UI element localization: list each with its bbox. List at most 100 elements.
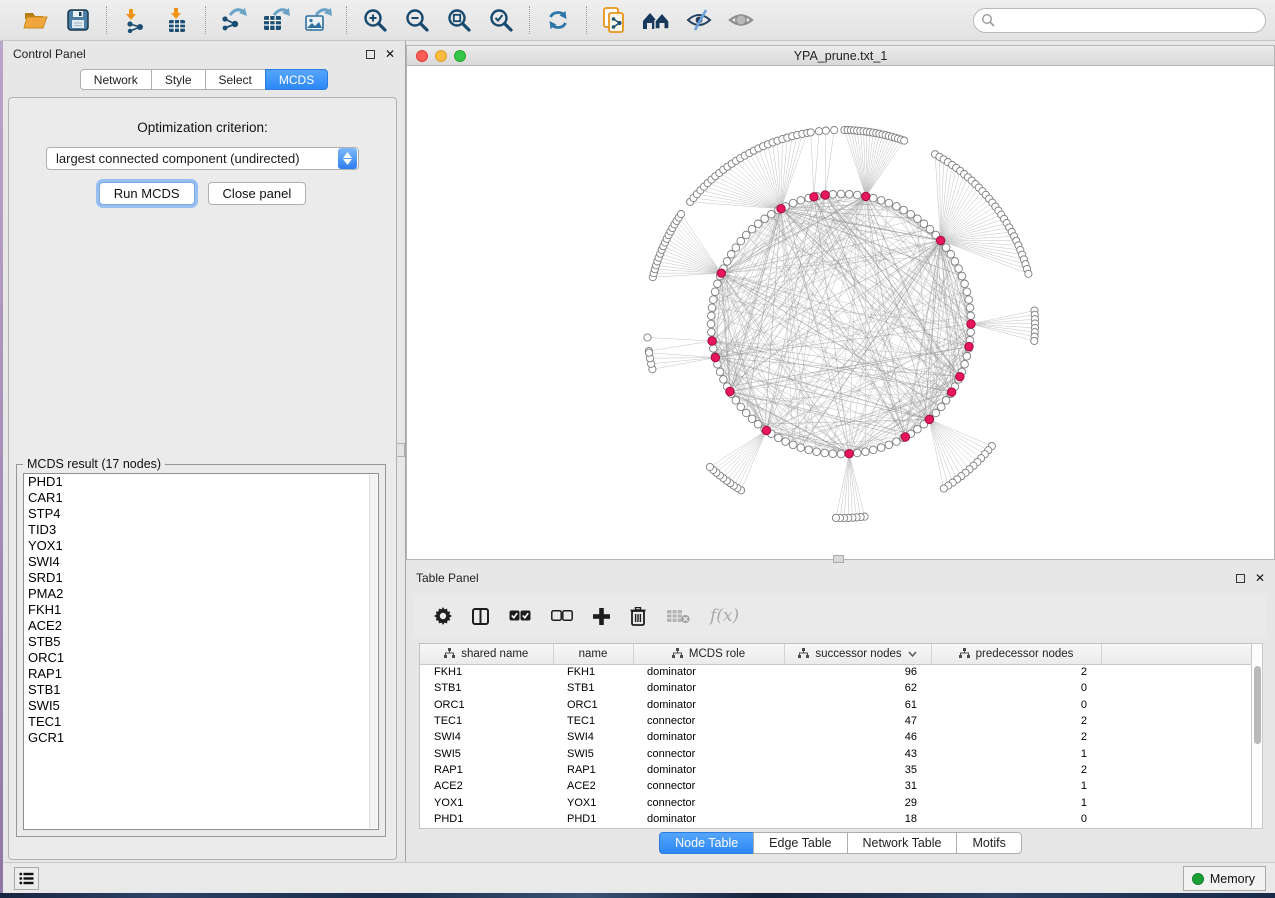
memory-button[interactable]: Memory: [1183, 866, 1266, 891]
table-cell[interactable]: SWI4: [420, 729, 553, 745]
mcds-result-item[interactable]: TEC1: [24, 714, 378, 730]
table-cell[interactable]: 0: [931, 697, 1101, 713]
table-cell[interactable]: 31: [784, 778, 931, 794]
table-cell[interactable]: 2: [931, 664, 1101, 680]
column-header[interactable]: name: [553, 644, 633, 664]
table-row[interactable]: FKH1FKH1dominator962: [420, 664, 1253, 680]
column-header[interactable]: shared name: [420, 644, 553, 664]
export-network-icon[interactable]: [216, 4, 252, 36]
table-cell[interactable]: RAP1: [553, 762, 633, 778]
table-cell[interactable]: SWI5: [420, 745, 553, 761]
table-row[interactable]: SWI4SWI4dominator462: [420, 729, 1253, 745]
zoom-fit-icon[interactable]: [441, 4, 477, 36]
mcds-result-item[interactable]: SWI4: [24, 554, 378, 570]
mcds-result-item[interactable]: PHD1: [24, 474, 378, 490]
mcds-result-item[interactable]: FKH1: [24, 602, 378, 618]
tab-network-table[interactable]: Network Table: [847, 832, 958, 854]
network-window-titlebar[interactable]: YPA_prune.txt_1: [407, 46, 1274, 66]
zoom-out-icon[interactable]: [399, 4, 435, 36]
mcds-result-item[interactable]: PMA2: [24, 586, 378, 602]
mcds-result-item[interactable]: SWI5: [24, 698, 378, 714]
table-cell[interactable]: 35: [784, 762, 931, 778]
hide-panels-icon[interactable]: [681, 4, 717, 36]
export-image-icon[interactable]: [300, 4, 336, 36]
table-cell[interactable]: 1: [931, 778, 1101, 794]
table-cell[interactable]: dominator: [633, 664, 784, 680]
table-cell[interactable]: FKH1: [553, 664, 633, 680]
select-all-columns-icon[interactable]: [509, 610, 531, 622]
clone-network-icon[interactable]: [597, 4, 633, 36]
table-cell[interactable]: STB1: [553, 680, 633, 696]
tab-network[interactable]: Network: [80, 69, 152, 90]
table-cell[interactable]: 2: [931, 729, 1101, 745]
table-cell[interactable]: STB1: [420, 680, 553, 696]
table-scrollbar-thumb[interactable]: [1254, 666, 1261, 744]
table-cell[interactable]: 62: [784, 680, 931, 696]
table-cell[interactable]: connector: [633, 794, 784, 810]
table-cell[interactable]: ACE2: [420, 778, 553, 794]
table-row[interactable]: YOX1YOX1connector291: [420, 794, 1253, 810]
tab-edge-table[interactable]: Edge Table: [753, 832, 847, 854]
table-row[interactable]: RAP1RAP1dominator352: [420, 762, 1253, 778]
unselect-all-columns-icon[interactable]: [551, 610, 573, 622]
table-row[interactable]: PHD1PHD1dominator180: [420, 811, 1253, 827]
table-cell[interactable]: 18: [784, 811, 931, 827]
mcds-result-item[interactable]: TID3: [24, 522, 378, 538]
table-scrollbar[interactable]: [1251, 643, 1263, 829]
mcds-result-item[interactable]: STP4: [24, 506, 378, 522]
table-cell[interactable]: TEC1: [420, 713, 553, 729]
close-panel-icon[interactable]: ✕: [385, 50, 395, 59]
table-cell[interactable]: PHD1: [553, 811, 633, 827]
table-cell[interactable]: FKH1: [420, 664, 553, 680]
import-table-icon[interactable]: [159, 4, 195, 36]
mcds-result-item[interactable]: GCR1: [24, 730, 378, 746]
column-layout-icon[interactable]: [472, 608, 489, 625]
run-mcds-button[interactable]: Run MCDS: [99, 182, 195, 205]
task-history-button[interactable]: [14, 867, 39, 890]
table-cell[interactable]: dominator: [633, 697, 784, 713]
import-network-icon[interactable]: [117, 4, 153, 36]
mcds-result-item[interactable]: STB5: [24, 634, 378, 650]
table-cell[interactable]: PHD1: [420, 811, 553, 827]
table-cell[interactable]: 29: [784, 794, 931, 810]
mcds-result-item[interactable]: ORC1: [24, 650, 378, 666]
table-cell[interactable]: 2: [931, 713, 1101, 729]
table-row[interactable]: SWI5SWI5connector431: [420, 745, 1253, 761]
tab-select[interactable]: Select: [205, 69, 266, 90]
close-panel-button[interactable]: Close panel: [208, 182, 307, 205]
column-header[interactable]: successor nodes: [784, 644, 931, 664]
table-cell[interactable]: connector: [633, 745, 784, 761]
tab-motifs[interactable]: Motifs: [956, 832, 1021, 854]
show-panels-icon[interactable]: [723, 4, 759, 36]
table-cell[interactable]: connector: [633, 713, 784, 729]
table-cell[interactable]: 0: [931, 680, 1101, 696]
panel-splitter-handle[interactable]: [396, 443, 405, 457]
table-cell[interactable]: 46: [784, 729, 931, 745]
table-cell[interactable]: 43: [784, 745, 931, 761]
table-row[interactable]: STB1STB1dominator620: [420, 680, 1253, 696]
horizontal-splitter-handle[interactable]: [833, 555, 844, 563]
table-cell[interactable]: 1: [931, 794, 1101, 810]
zoom-in-icon[interactable]: [357, 4, 393, 36]
delete-column-icon[interactable]: [630, 607, 646, 626]
mcds-result-item[interactable]: RAP1: [24, 666, 378, 682]
table-cell[interactable]: YOX1: [420, 794, 553, 810]
export-table-icon[interactable]: [258, 4, 294, 36]
table-row[interactable]: ORC1ORC1dominator610: [420, 697, 1253, 713]
table-cell[interactable]: 61: [784, 697, 931, 713]
table-row[interactable]: ACE2ACE2connector311: [420, 778, 1253, 794]
refresh-view-icon[interactable]: [540, 4, 576, 36]
save-session-icon[interactable]: [60, 4, 96, 36]
table-cell[interactable]: 47: [784, 713, 931, 729]
criterion-select[interactable]: largest connected component (undirected): [46, 147, 359, 170]
mcds-result-item[interactable]: SRD1: [24, 570, 378, 586]
network-overview-icon[interactable]: [639, 4, 675, 36]
mcds-result-item[interactable]: YOX1: [24, 538, 378, 554]
mcds-result-item[interactable]: STB1: [24, 682, 378, 698]
table-cell[interactable]: dominator: [633, 680, 784, 696]
column-header[interactable]: MCDS role: [633, 644, 784, 664]
search-input[interactable]: [973, 8, 1266, 33]
mcds-result-item[interactable]: CAR1: [24, 490, 378, 506]
table-cell[interactable]: TEC1: [553, 713, 633, 729]
float-window-icon[interactable]: [366, 50, 375, 59]
